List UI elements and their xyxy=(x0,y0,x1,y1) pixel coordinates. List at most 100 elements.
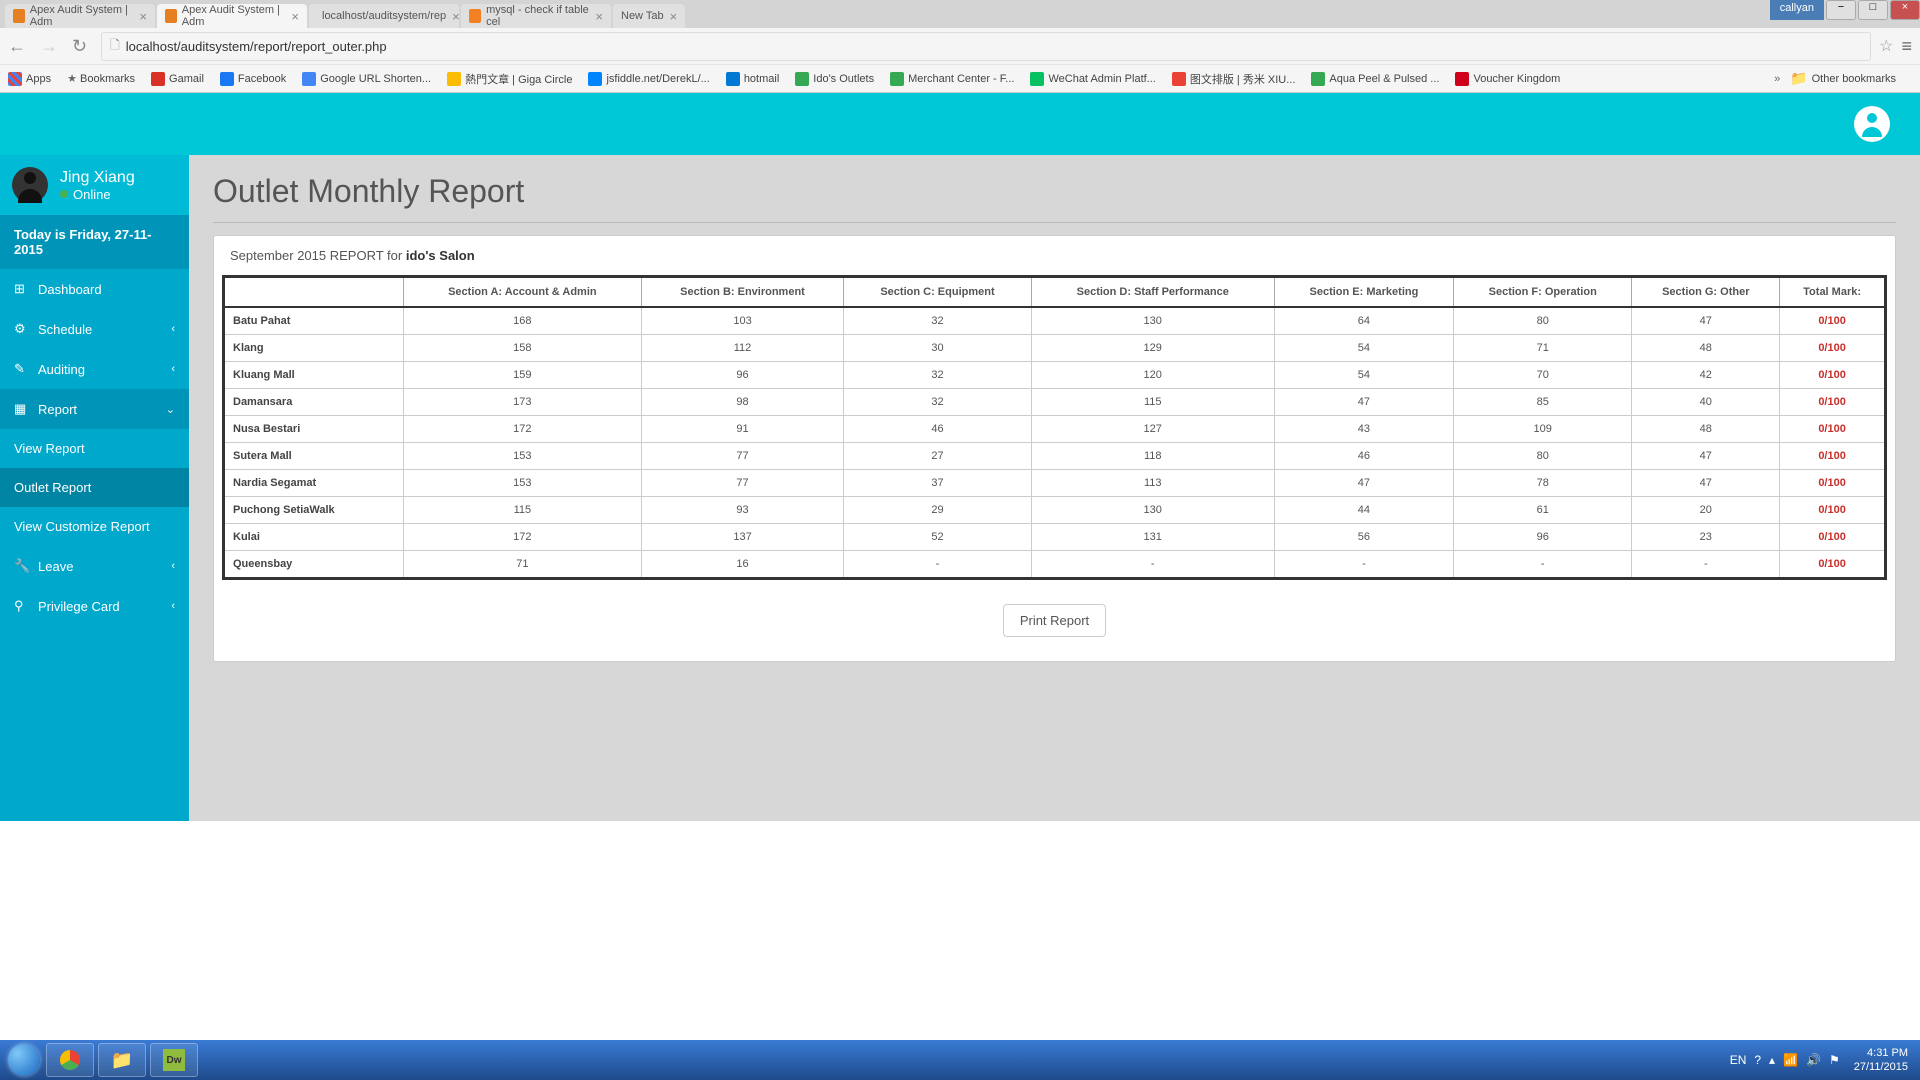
bookmark-gamail[interactable]: Gamail xyxy=(151,72,204,86)
chevron-right-icon[interactable]: » xyxy=(1774,73,1780,85)
user-panel: Jing Xiang Online xyxy=(0,155,189,215)
tray-chevron-icon[interactable]: ▴ xyxy=(1769,1053,1775,1067)
site-icon xyxy=(1455,72,1469,86)
network-icon[interactable]: 📶 xyxy=(1783,1053,1798,1067)
sidebar-item-leave[interactable]: 🔧 Leave ‹ xyxy=(0,546,189,586)
task-chrome[interactable] xyxy=(46,1043,94,1077)
sidebar-item-report[interactable]: ▦ Report ⌄ xyxy=(0,389,189,429)
cell-value: 71 xyxy=(404,551,642,579)
clock[interactable]: 4:31 PM 27/11/2015 xyxy=(1854,1046,1908,1075)
table-header: Total Mark: xyxy=(1780,277,1886,308)
sidebar-sub-outlet-report[interactable]: Outlet Report xyxy=(0,468,189,507)
bookmark-cn[interactable]: 图文排版 | 秀米 XIU... xyxy=(1172,71,1296,87)
bookmark-label: 熱門文章 | Giga Circle xyxy=(465,71,572,87)
bookmark-merchant[interactable]: Merchant Center - F... xyxy=(890,72,1014,86)
sidebar-item-label: Privilege Card xyxy=(38,599,120,614)
volume-icon[interactable]: 🔊 xyxy=(1806,1053,1821,1067)
star-icon[interactable]: ☆ xyxy=(1879,36,1893,56)
bookmark-bookmarks[interactable]: ★ Bookmarks xyxy=(67,72,135,85)
cell-value: 130 xyxy=(1031,307,1274,335)
bookmark-label: Facebook xyxy=(238,73,286,85)
user-name: Jing Xiang xyxy=(60,169,135,187)
close-icon[interactable]: × xyxy=(291,9,299,24)
sidebar-sub-customize-report[interactable]: View Customize Report xyxy=(0,507,189,546)
cell-value: 131 xyxy=(1031,524,1274,551)
maximize-button[interactable]: □ xyxy=(1858,0,1888,20)
bookmark-facebook[interactable]: Facebook xyxy=(220,72,286,86)
user-badge[interactable]: callyan xyxy=(1770,0,1824,20)
sidebar-item-dashboard[interactable]: ⊞ Dashboard xyxy=(0,269,189,309)
flag-icon[interactable]: ⚑ xyxy=(1829,1053,1840,1067)
sidebar-item-privilege[interactable]: ⚲ Privilege Card ‹ xyxy=(0,586,189,626)
browser-tab[interactable]: Apex Audit System | Adm × xyxy=(5,4,155,28)
close-icon[interactable]: × xyxy=(670,9,678,24)
bookmark-jsfiddle[interactable]: jsfiddle.net/DerekL/... xyxy=(588,72,709,86)
avatar-icon xyxy=(12,167,48,203)
tab-label: New Tab xyxy=(621,10,664,22)
print-button[interactable]: Print Report xyxy=(1003,604,1106,637)
lang-indicator[interactable]: EN xyxy=(1730,1053,1747,1067)
close-icon[interactable]: × xyxy=(452,9,460,24)
sidebar-item-schedule[interactable]: ⚙ Schedule ‹ xyxy=(0,309,189,349)
help-icon[interactable]: ? xyxy=(1754,1053,1761,1067)
user-avatar-icon[interactable] xyxy=(1854,106,1890,142)
close-button[interactable]: × xyxy=(1890,0,1920,20)
bookmarks-bar: Apps ★ Bookmarks Gamail Facebook Google … xyxy=(0,64,1920,92)
cell-value: 153 xyxy=(404,470,642,497)
subtitle-salon: ido's Salon xyxy=(406,248,475,263)
bookmark-wechat[interactable]: WeChat Admin Platf... xyxy=(1030,72,1155,86)
cell-outlet: Kluang Mall xyxy=(224,362,404,389)
bookmark-google-url[interactable]: Google URL Shorten... xyxy=(302,72,431,86)
close-icon[interactable]: × xyxy=(595,9,603,24)
cell-value: 47 xyxy=(1632,307,1780,335)
cell-value: - xyxy=(1454,551,1632,579)
wrench-icon: 🔧 xyxy=(14,558,28,574)
minimize-button[interactable]: − xyxy=(1826,0,1856,20)
forward-button[interactable]: → xyxy=(40,36,58,57)
bookmark-giga[interactable]: 熱門文章 | Giga Circle xyxy=(447,71,572,87)
cell-value: - xyxy=(1274,551,1453,579)
bookmark-apps[interactable]: Apps xyxy=(8,72,51,86)
bookmark-other[interactable]: 📁Other bookmarks xyxy=(1790,70,1896,87)
back-button[interactable]: ← xyxy=(8,36,26,57)
cell-value: 48 xyxy=(1632,335,1780,362)
cell-value: 80 xyxy=(1454,443,1632,470)
close-icon[interactable]: × xyxy=(139,9,147,24)
browser-tab[interactable]: New Tab × xyxy=(613,4,685,28)
sidebar-sub-view-report[interactable]: View Report xyxy=(0,429,189,468)
page-icon: 🗋 xyxy=(110,36,120,57)
menu-icon[interactable]: ≡ xyxy=(1901,36,1912,57)
browser-chrome: Apex Audit System | Adm× Apex Audit Syst… xyxy=(0,0,1920,93)
favicon-icon xyxy=(13,9,25,23)
favicon-icon xyxy=(165,9,177,23)
task-explorer[interactable]: 📁 xyxy=(98,1043,146,1077)
bookmark-vk[interactable]: Voucher Kingdom xyxy=(1455,72,1560,86)
cell-value: 56 xyxy=(1274,524,1453,551)
chevron-left-icon: ‹ xyxy=(171,323,175,335)
cell-value: 112 xyxy=(641,335,844,362)
reload-button[interactable]: ↻ xyxy=(72,36,87,57)
tab-label: Apex Audit System | Adm xyxy=(30,4,134,28)
url-bar[interactable]: 🗋 localhost/auditsystem/report/report_ou… xyxy=(101,32,1871,61)
sidebar-item-auditing[interactable]: ✎ Auditing ‹ xyxy=(0,349,189,389)
app-header xyxy=(0,93,1920,155)
bookmark-aqua[interactable]: Aqua Peel & Pulsed ... xyxy=(1311,72,1439,86)
cell-value: 32 xyxy=(844,389,1031,416)
cell-value: 78 xyxy=(1454,470,1632,497)
table-row: Nusa Bestari 172 91 46 127 43 109 48 0/1… xyxy=(224,416,1886,443)
bookmark-label: Other bookmarks xyxy=(1812,73,1896,85)
start-button[interactable] xyxy=(4,1040,44,1080)
table-header: Section F: Operation xyxy=(1454,277,1632,308)
table-header: Section D: Staff Performance xyxy=(1031,277,1274,308)
bookmark-hotmail[interactable]: hotmail xyxy=(726,72,779,86)
date-panel: Today is Friday, 27-11-2015 xyxy=(0,215,189,269)
table-icon: ▦ xyxy=(14,401,28,417)
facebook-icon xyxy=(220,72,234,86)
task-dreamweaver[interactable]: Dw xyxy=(150,1043,198,1077)
browser-tab-active[interactable]: Apex Audit System | Adm× xyxy=(157,4,307,28)
browser-tab[interactable]: localhost/auditsystem/rep× xyxy=(309,4,459,28)
bookmark-label: 图文排版 | 秀米 XIU... xyxy=(1190,71,1296,87)
cell-value: 46 xyxy=(1274,443,1453,470)
bookmark-ido[interactable]: Ido's Outlets xyxy=(795,72,874,86)
browser-tab[interactable]: mysql - check if table cel× xyxy=(461,4,611,28)
